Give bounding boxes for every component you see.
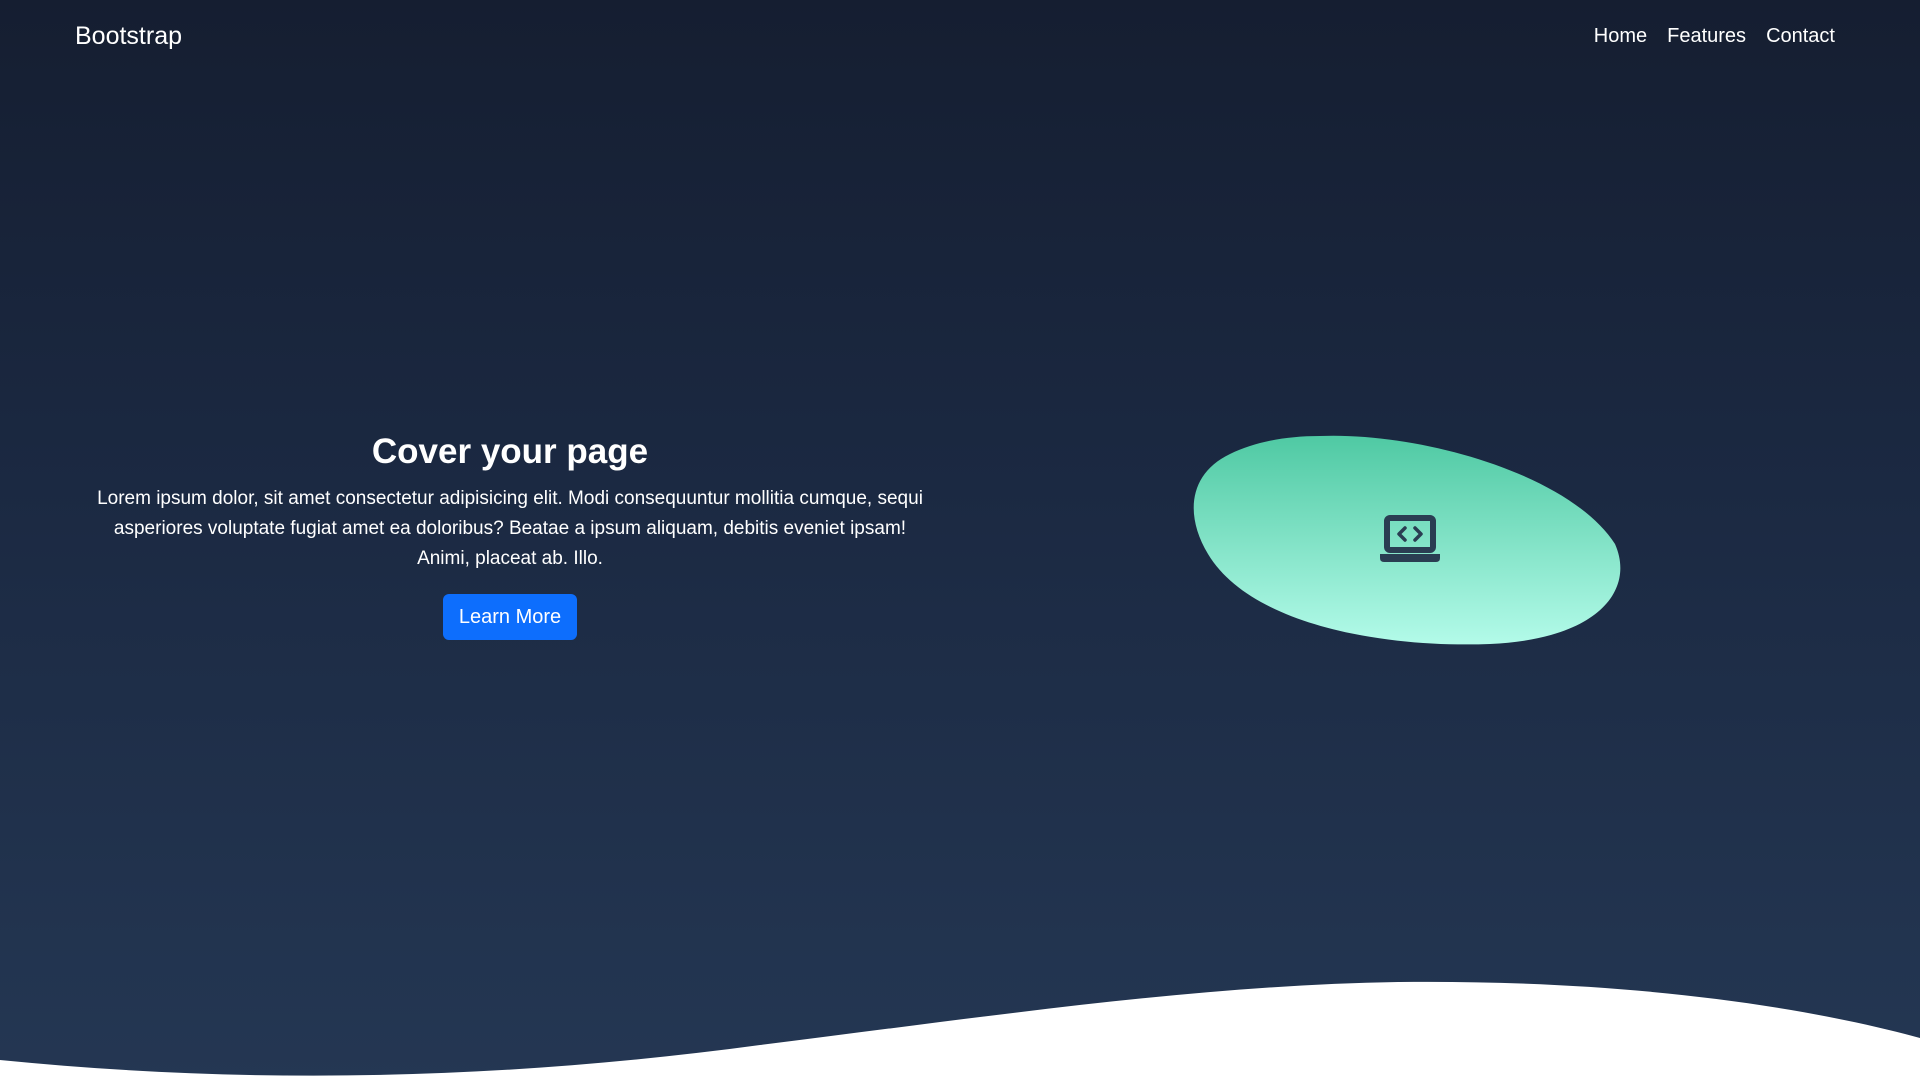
- navbar: Bootstrap Home Features Contact: [0, 0, 1920, 72]
- hero-title: Cover your page: [371, 432, 649, 471]
- nav-link-contact[interactable]: Contact: [1766, 22, 1835, 50]
- bottom-wave: [0, 981, 1920, 1080]
- hero-content: Cover your page Lorem ipsum dolor, sit a…: [90, 430, 930, 640]
- nav-link-features[interactable]: Features: [1667, 22, 1746, 50]
- cover-page: Bootstrap Home Features Contact Cover yo…: [0, 0, 1920, 1080]
- learn-more-button[interactable]: Learn More: [442, 594, 578, 640]
- laptop-code-icon: [1380, 515, 1440, 562]
- hero-description: Lorem ipsum dolor, sit amet consectetur …: [97, 488, 923, 569]
- hero-illustration: [1190, 434, 1630, 646]
- brand-link[interactable]: Bootstrap: [75, 20, 182, 52]
- nav-link-home[interactable]: Home: [1594, 22, 1647, 50]
- nav-links: Home Features Contact: [1594, 22, 1835, 50]
